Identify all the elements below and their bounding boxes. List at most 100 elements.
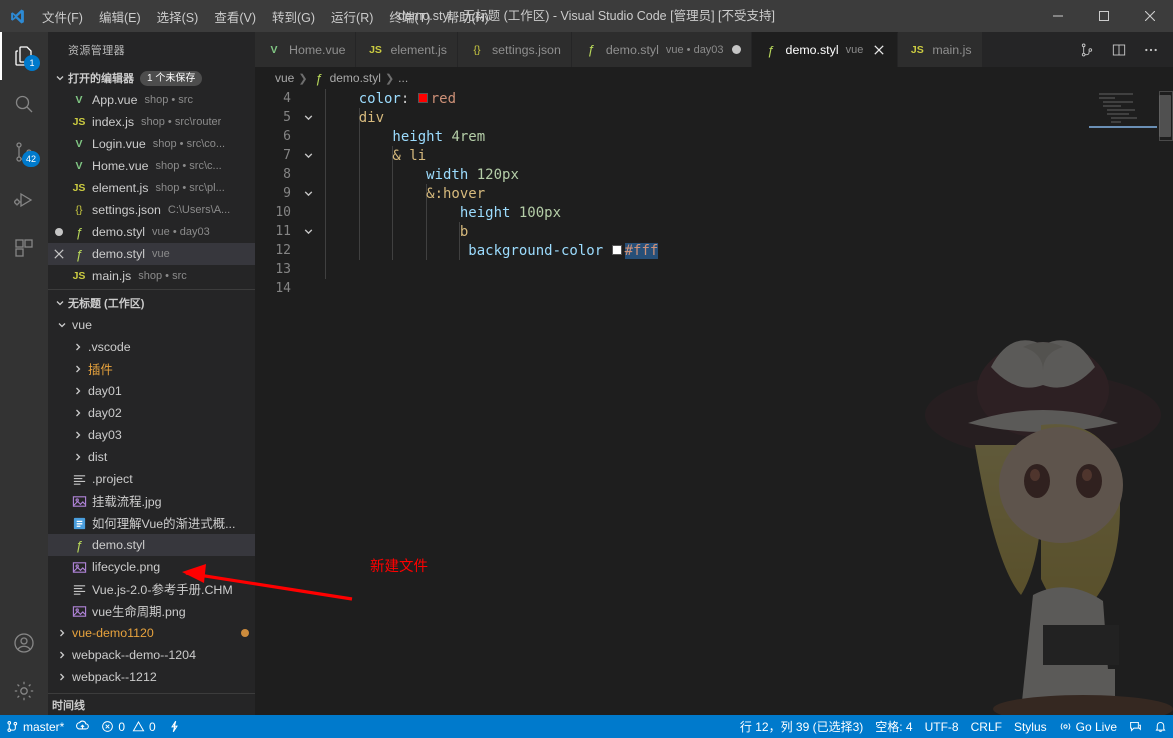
status-ports[interactable] (162, 715, 187, 738)
open-editor-row[interactable]: {} settings.json C:\Users\A... (48, 199, 255, 221)
stylus-file-icon: ƒ (75, 246, 83, 262)
menu-run[interactable]: 运行(R) (323, 0, 381, 32)
open-editor-row-active[interactable]: ƒ demo.styl vue (48, 243, 255, 265)
open-editor-desc: C:\Users\A... (167, 204, 231, 216)
chevron-right-icon (70, 364, 86, 374)
tab-demo-styl-day03[interactable]: ƒ demo.styl vue • day03 (571, 32, 752, 67)
breadcrumb-item-vue[interactable]: vue (275, 71, 294, 85)
fold-chevron-icon[interactable] (299, 188, 317, 199)
activity-run-debug[interactable] (0, 176, 48, 224)
tree-folder-day01[interactable]: day01 (48, 380, 255, 402)
open-editors-header[interactable]: 打开的编辑器 1 个未保存 (48, 67, 255, 89)
tree-file-demo-styl[interactable]: ƒ demo.styl (48, 534, 255, 556)
menu-file[interactable]: 文件(F) (34, 0, 91, 32)
tree-file-doc[interactable]: 如何理解Vue的渐进式概... (48, 512, 255, 534)
timeline-section[interactable]: 时间线 (48, 693, 255, 716)
tree-folder-plugins[interactable]: 插件 (48, 358, 255, 380)
tab-close-icon[interactable] (871, 42, 887, 58)
js-file-icon: JS (72, 182, 86, 194)
close-icon[interactable] (48, 249, 70, 259)
tree-folder-personal-site[interactable]: vue搭建个人站点 (48, 688, 255, 693)
status-bar-right: 行 12，列 39 (已选择3) 空格: 4 UTF-8 CRLF Stylus… (734, 715, 1173, 738)
tab-settings-json[interactable]: {} settings.json (457, 32, 572, 67)
text-file-icon (70, 582, 88, 597)
line-text: background-color #fff (325, 242, 659, 259)
tree-folder-vue-demo1120[interactable]: vue-demo1120 (48, 622, 255, 644)
status-sync[interactable] (70, 715, 95, 738)
breadcrumb-item-symbol[interactable]: ... (398, 71, 408, 85)
tree-folder-vscode[interactable]: .vscode (48, 336, 255, 358)
code-editor[interactable]: 4 color: red 5 div 6 height 4rem 7 & li … (255, 89, 1173, 715)
open-editor-row[interactable]: JS index.js shop • src\router (48, 111, 255, 133)
breadcrumb-separator-icon: ❯ (298, 72, 308, 85)
menu-view[interactable]: 查看(V) (206, 0, 264, 32)
status-language-mode[interactable]: Stylus (1008, 715, 1053, 738)
open-editor-row[interactable]: JS element.js shop • src\pl... (48, 177, 255, 199)
close-icon[interactable] (1127, 0, 1173, 32)
tree-folder-webpack-demo-1204[interactable]: webpack--demo--1204 (48, 644, 255, 666)
open-editor-row[interactable]: JS main.js shop • src (48, 265, 255, 287)
open-editor-row[interactable]: V Login.vue shop • src\co... (48, 133, 255, 155)
tree-folder-vue[interactable]: vue (48, 314, 255, 336)
tree-folder-webpack-1212[interactable]: webpack--1212 (48, 666, 255, 688)
status-eol[interactable]: CRLF (965, 715, 1008, 738)
fold-chevron-icon[interactable] (299, 226, 317, 237)
code-line: 13 (255, 260, 1089, 279)
minimize-icon[interactable] (1035, 0, 1081, 32)
activity-search[interactable] (0, 80, 48, 128)
menu-selection[interactable]: 选择(S) (149, 0, 207, 32)
editor-scrollbar[interactable] (1159, 95, 1171, 137)
tree-folder-dist[interactable]: dist (48, 446, 255, 468)
tab-dirty-indicator[interactable] (731, 45, 741, 54)
status-branch[interactable]: master* (0, 715, 70, 738)
tree-folder-day03[interactable]: day03 (48, 424, 255, 446)
code-line: 11 b (255, 222, 1089, 241)
status-cursor-position[interactable]: 行 12，列 39 (已选择3) (734, 715, 869, 738)
tab-demo-styl-active[interactable]: ƒ demo.styl vue (751, 32, 899, 67)
minimap[interactable] (1089, 89, 1173, 715)
breadcrumb-item-file[interactable]: ƒ demo.styl (312, 71, 381, 86)
menu-terminal[interactable]: 终端(T) (381, 0, 438, 32)
open-editor-name: settings.json (92, 203, 161, 217)
status-problems[interactable]: 0 0 (95, 715, 161, 738)
menu-help[interactable]: 帮助(H) (438, 0, 496, 32)
fold-chevron-icon[interactable] (299, 112, 317, 123)
color-swatch (417, 92, 428, 103)
workspace-header[interactable]: 无标题 (工作区) (48, 292, 255, 314)
fold-chevron-icon[interactable] (299, 150, 317, 161)
code-content[interactable]: 4 color: red 5 div 6 height 4rem 7 & li … (255, 89, 1089, 715)
status-go-live[interactable]: Go Live (1053, 715, 1123, 738)
tree-file-lifecycle-png[interactable]: lifecycle.png (48, 556, 255, 578)
activity-explorer[interactable]: 1 (0, 32, 48, 80)
tab-home-vue[interactable]: V Home.vue (255, 32, 357, 67)
sidebar-explorer: 资源管理器 打开的编辑器 1 个未保存 V App.vue shop • src… (48, 32, 255, 716)
tree-folder-day02[interactable]: day02 (48, 402, 255, 424)
sidebar-title: 资源管理器 (68, 44, 125, 57)
split-editor-icon[interactable] (1105, 36, 1133, 64)
activity-accounts[interactable] (0, 619, 48, 667)
status-feedback[interactable] (1123, 715, 1148, 738)
tree-file-chm[interactable]: Vue.js-2.0-参考手册.CHM (48, 578, 255, 600)
ellipsis-icon[interactable] (1137, 36, 1165, 64)
tree-file-image-1[interactable]: 挂载流程.jpg (48, 490, 255, 512)
chevron-right-icon (70, 452, 86, 462)
breadcrumb-file-label: demo.styl (329, 71, 381, 85)
maximize-icon[interactable] (1081, 0, 1127, 32)
file-tree[interactable]: vue .vscode 插件 day01 day02 day03 dist .p… (48, 314, 255, 693)
activity-source-control[interactable]: 42 (0, 128, 48, 176)
status-notifications-bell-icon[interactable] (1148, 715, 1173, 738)
status-indentation[interactable]: 空格: 4 (869, 715, 918, 738)
menu-edit[interactable]: 编辑(E) (91, 0, 149, 32)
open-editor-row[interactable]: V App.vue shop • src (48, 89, 255, 111)
status-encoding[interactable]: UTF-8 (919, 715, 965, 738)
tree-file-vue-lifecycle-png[interactable]: vue生命周期.png (48, 600, 255, 622)
open-editor-row[interactable]: ƒ demo.styl vue • day03 (48, 221, 255, 243)
activity-manage-settings[interactable] (0, 667, 48, 715)
tree-file-project[interactable]: .project (48, 468, 255, 490)
tab-element-js[interactable]: JS element.js (356, 32, 458, 67)
activity-extensions[interactable] (0, 224, 48, 272)
source-control-icon[interactable] (1073, 36, 1101, 64)
menu-go[interactable]: 转到(G) (264, 0, 323, 32)
open-editor-row[interactable]: V Home.vue shop • src\c... (48, 155, 255, 177)
tab-main-js[interactable]: JS main.js (898, 32, 983, 67)
